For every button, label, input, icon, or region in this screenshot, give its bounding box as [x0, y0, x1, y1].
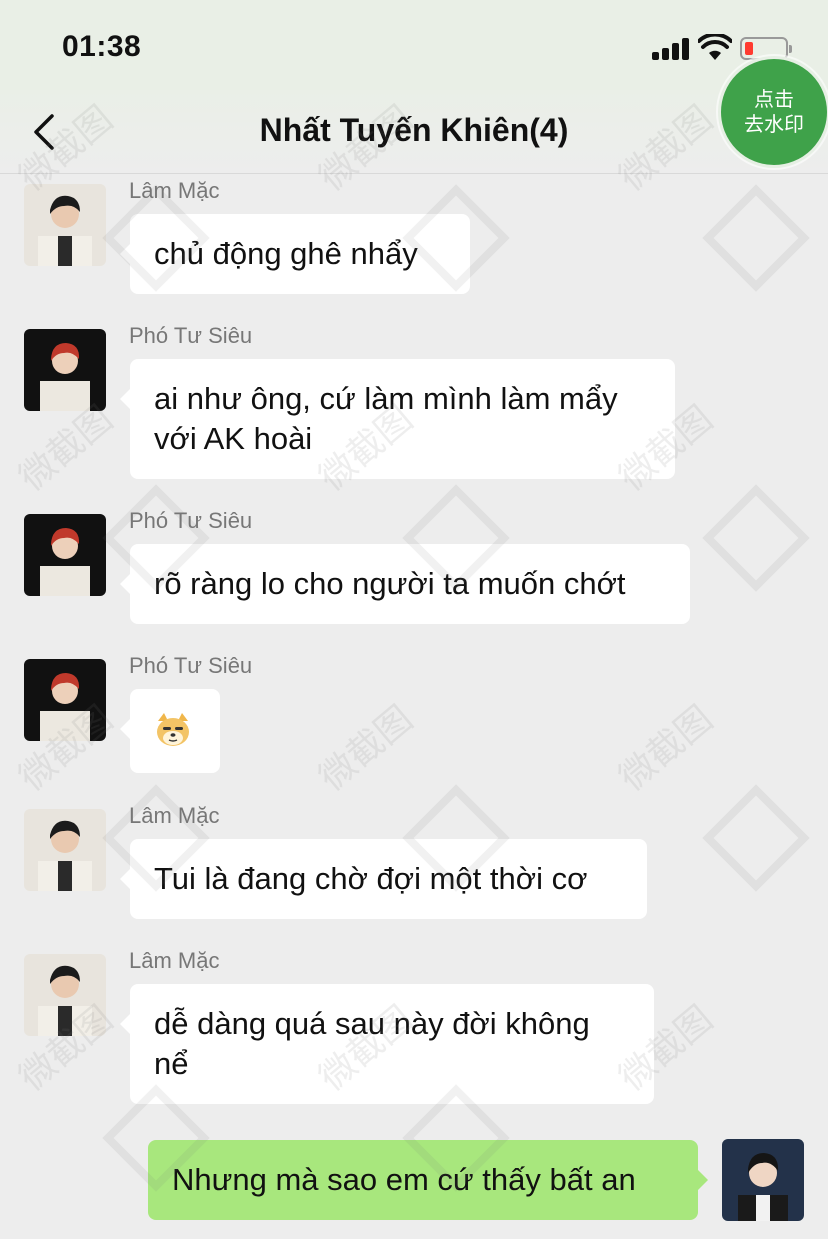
message-bubble-self[interactable]: Nhưng mà sao em cứ thấy bất an	[148, 1140, 708, 1220]
avatar-lam-mac[interactable]	[24, 954, 106, 1036]
sender-name: Phó Tư Siêu	[129, 653, 253, 678]
message-bubble[interactable]: Tui là đang chờ đợi một thời cơ	[120, 839, 647, 919]
message-bubble[interactable]: dễ dàng quá sau này đời không nể	[120, 984, 654, 1104]
avatar-self[interactable]	[722, 1139, 804, 1221]
message-text: Nhưng mà sao em cứ thấy bất an	[172, 1162, 636, 1197]
message-bubble[interactable]: ai như ông, cứ làm mình làm mẩy với AK h…	[120, 359, 675, 479]
message-bubble[interactable]: rõ ràng lo cho người ta muốn chớt	[120, 544, 690, 624]
sender-name: Phó Tư Siêu	[129, 508, 253, 533]
avatar-pho-tu-sieu[interactable]	[24, 329, 106, 411]
status-time: 01:38	[62, 30, 142, 63]
avatar-pho-tu-sieu[interactable]	[24, 514, 106, 596]
chat-header: Nhất Tuyến Khiên(4)	[0, 90, 828, 174]
message-text-line: nể	[154, 1046, 189, 1081]
status-bar: 01:38	[0, 0, 828, 90]
watermark-diamond-icon	[702, 484, 810, 592]
message-text: rõ ràng lo cho người ta muốn chớt	[154, 566, 626, 601]
avatar-lam-mac[interactable]	[24, 184, 106, 266]
remove-watermark-button[interactable]: 点击 去水印	[718, 56, 828, 168]
watermark-diamond-icon	[702, 184, 810, 292]
avatar-lam-mac[interactable]	[24, 809, 106, 891]
cellular-signal-icon	[652, 38, 692, 60]
watermark-text: 微截图	[611, 698, 721, 800]
doge-cat-sticker-icon	[157, 713, 189, 746]
message-text-line: dễ dàng quá sau này đời không	[154, 1006, 590, 1041]
sender-name: Lâm Mặc	[129, 948, 220, 973]
remove-watermark-line2: 去水印	[744, 112, 804, 136]
message-text-line: với AK hoài	[154, 421, 313, 456]
remove-watermark-line1: 点击	[754, 87, 794, 111]
wifi-icon	[698, 34, 732, 60]
sender-name: Phó Tư Siêu	[129, 323, 253, 348]
message-text: chủ động ghê nhẩy	[154, 236, 418, 271]
message-bubble[interactable]: chủ động ghê nhẩy	[120, 214, 470, 294]
message-text: Tui là đang chờ đợi một thời cơ	[154, 861, 588, 896]
watermark-diamond-icon	[702, 784, 810, 892]
message-text-line: ai như ông, cứ làm mình làm mẩy	[154, 381, 618, 416]
battery-level	[745, 42, 753, 55]
chat-title: Nhất Tuyến Khiên(4)	[259, 112, 569, 148]
sender-name: Lâm Mặc	[129, 803, 220, 828]
avatar-pho-tu-sieu[interactable]	[24, 659, 106, 741]
sender-name: Lâm Mặc	[129, 178, 220, 203]
watermark-text: 微截图	[311, 698, 421, 800]
sticker-bubble[interactable]	[120, 689, 220, 773]
